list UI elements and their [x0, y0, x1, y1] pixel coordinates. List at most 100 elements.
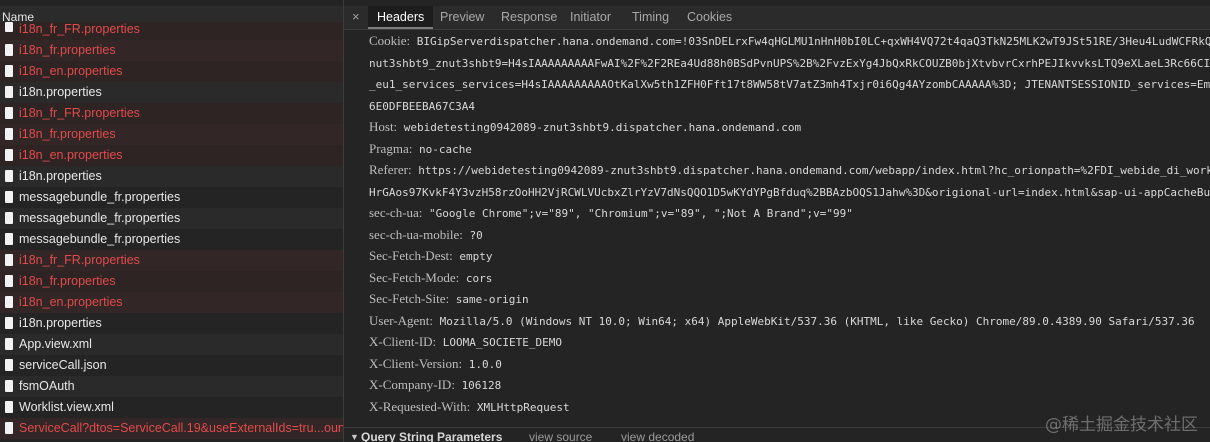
- file-icon: [5, 128, 13, 140]
- request-row[interactable]: serviceCall.json: [0, 355, 343, 376]
- request-details-panel: × Headers Preview Response Initiator Tim…: [344, 0, 1210, 442]
- request-row[interactable]: i18n.properties: [0, 313, 343, 334]
- header-line: Cookie: BIGipServerdispatcher.hana.ondem…: [369, 30, 1210, 52]
- request-rows: i18n_fr_FR.properties i18n_fr.properties…: [0, 22, 343, 439]
- request-row[interactable]: i18n_fr.properties: [0, 40, 343, 61]
- file-icon: [5, 233, 13, 245]
- request-row[interactable]: fsmOAuth: [0, 376, 343, 397]
- header-line: Referer: https://webidetesting0942089-zn…: [369, 159, 1210, 181]
- request-name: i18n.properties: [19, 316, 102, 330]
- request-row[interactable]: App.view.xml: [0, 334, 343, 355]
- header-line: Pragma: no-cache: [369, 138, 1210, 160]
- header-value: same-origin: [455, 293, 529, 306]
- file-icon: [5, 401, 13, 413]
- view-decoded-link[interactable]: view decoded: [621, 428, 694, 442]
- request-name: i18n_en.properties: [19, 295, 123, 309]
- tab-initiator[interactable]: Initiator: [570, 6, 611, 29]
- tab-preview[interactable]: Preview: [440, 6, 484, 29]
- request-row[interactable]: messagebundle_fr.properties: [0, 187, 343, 208]
- header-key: sec-ch-ua:: [369, 205, 423, 220]
- request-name: messagebundle_fr.properties: [19, 232, 181, 246]
- file-icon: [5, 149, 13, 161]
- header-value: BIGipServerdispatcher.hana.ondemand.com=…: [416, 35, 1210, 48]
- request-row[interactable]: i18n_fr_FR.properties: [0, 250, 343, 271]
- request-name: i18n_fr_FR.properties: [19, 253, 140, 267]
- file-icon: [5, 22, 13, 32]
- request-name: Worklist.view.xml: [19, 400, 114, 414]
- header-line: X-Client-Version: 1.0.0: [369, 353, 1210, 375]
- request-row[interactable]: i18n_fr_FR.properties: [0, 22, 343, 40]
- file-icon: [5, 359, 13, 371]
- header-line: Sec-Fetch-Dest: empty: [369, 245, 1210, 267]
- tab-headers[interactable]: Headers: [368, 6, 434, 29]
- file-icon: [5, 107, 13, 119]
- file-icon: [5, 317, 13, 329]
- header-value: https://webidetesting0942089-znut3shbt9.…: [418, 164, 1210, 177]
- request-row[interactable]: ServiceCall?dtos=ServiceCall.19&useExter…: [0, 418, 343, 439]
- request-name: i18n_fr.properties: [19, 43, 116, 57]
- header-value: empty: [459, 250, 493, 263]
- request-name: messagebundle_fr.properties: [19, 211, 181, 225]
- file-icon: [5, 338, 13, 350]
- header-line: nut3shbt9_znut3shbt9=H4sIAAAAAAAAAFwAI%2…: [369, 52, 1210, 74]
- header-value: cors: [465, 271, 493, 285]
- header-key: Cookie:: [369, 33, 411, 48]
- header-value: nut3shbt9_znut3shbt9=H4sIAAAAAAAAAFwAI%2…: [369, 56, 1210, 70]
- header-line: Host: webidetesting0942089-znut3shbt9.di…: [369, 116, 1210, 138]
- file-icon: [5, 191, 13, 203]
- header-value: "Google Chrome";v="89", "Chromium";v="89…: [429, 207, 853, 220]
- header-value: XMLHttpRequest: [476, 400, 570, 414]
- file-icon: [5, 275, 13, 287]
- request-row[interactable]: messagebundle_fr.properties: [0, 229, 343, 250]
- header-value: 6E0DFBEEBA67C3A4: [369, 99, 475, 113]
- request-name: i18n_en.properties: [19, 64, 123, 78]
- tab-response[interactable]: Response: [501, 6, 557, 29]
- request-row[interactable]: i18n.properties: [0, 82, 343, 103]
- header-value: LOOMA_SOCIETE_DEMO: [442, 336, 562, 349]
- request-name: App.view.xml: [19, 337, 92, 351]
- request-row[interactable]: i18n_en.properties: [0, 61, 343, 82]
- header-key: X-Client-Version:: [369, 355, 463, 371]
- header-line: HrGAos97KvkF4Y3vzH58rzOoHH2VjRCWLVUcbxZl…: [369, 181, 1210, 203]
- request-row[interactable]: i18n_fr_FR.properties: [0, 103, 343, 124]
- file-icon: [5, 212, 13, 224]
- header-line: Sec-Fetch-Mode: cors: [369, 267, 1210, 289]
- triangle-down-icon[interactable]: ▼: [350, 428, 359, 442]
- request-row[interactable]: i18n_en.properties: [0, 145, 343, 166]
- view-source-link[interactable]: view source: [529, 428, 592, 442]
- header-line: X-Company-ID: 106128: [369, 374, 1210, 396]
- request-name: i18n_fr_FR.properties: [19, 106, 140, 120]
- header-line: _eu1_services_services=H4sIAAAAAAAAAOtKa…: [369, 73, 1210, 95]
- header-key: X-Client-ID:: [369, 334, 437, 349]
- header-value: HrGAos97KvkF4Y3vzH58rzOoHH2VjRCWLVUcbxZl…: [369, 185, 1210, 199]
- request-name: i18n.properties: [19, 85, 102, 99]
- header-key: Referer:: [369, 162, 412, 177]
- request-headers-list: Cookie: BIGipServerdispatcher.hana.ondem…: [369, 30, 1210, 417]
- close-icon[interactable]: ×: [352, 8, 360, 26]
- details-tabbar: × Headers Preview Response Initiator Tim…: [344, 6, 1210, 30]
- header-value: no-cache: [418, 142, 472, 156]
- request-row[interactable]: i18n_en.properties: [0, 292, 343, 313]
- request-row[interactable]: i18n_fr.properties: [0, 271, 343, 292]
- request-name: serviceCall.json: [19, 358, 107, 372]
- request-row[interactable]: messagebundle_fr.properties: [0, 208, 343, 229]
- request-name: i18n_fr_FR.properties: [19, 22, 140, 36]
- tab-timing[interactable]: Timing: [632, 6, 669, 29]
- request-row[interactable]: Worklist.view.xml: [0, 397, 343, 418]
- header-value: webidetesting0942089-znut3shbt9.dispatch…: [403, 121, 802, 134]
- header-line: User-Agent: Mozilla/5.0 (Windows NT 10.0…: [369, 310, 1210, 332]
- request-name: i18n_fr.properties: [19, 127, 116, 141]
- request-list-panel: Name i18n_fr_FR.properties i18n_fr.prope…: [0, 0, 344, 442]
- request-name: i18n_en.properties: [19, 148, 123, 162]
- header-line: Sec-Fetch-Site: same-origin: [369, 288, 1210, 310]
- header-line: 6E0DFBEEBA67C3A4: [369, 95, 1210, 117]
- file-icon: [5, 254, 13, 266]
- header-value: 106128: [461, 379, 502, 392]
- header-key: sec-ch-ua-mobile:: [369, 226, 463, 242]
- tab-cookies[interactable]: Cookies: [687, 6, 732, 29]
- query-string-title[interactable]: Query String Parameters: [361, 428, 502, 442]
- request-row[interactable]: i18n_fr.properties: [0, 124, 343, 145]
- header-line: X-Client-ID: LOOMA_SOCIETE_DEMO: [369, 331, 1210, 353]
- request-row[interactable]: i18n.properties: [0, 166, 343, 187]
- request-name: messagebundle_fr.properties: [19, 190, 181, 204]
